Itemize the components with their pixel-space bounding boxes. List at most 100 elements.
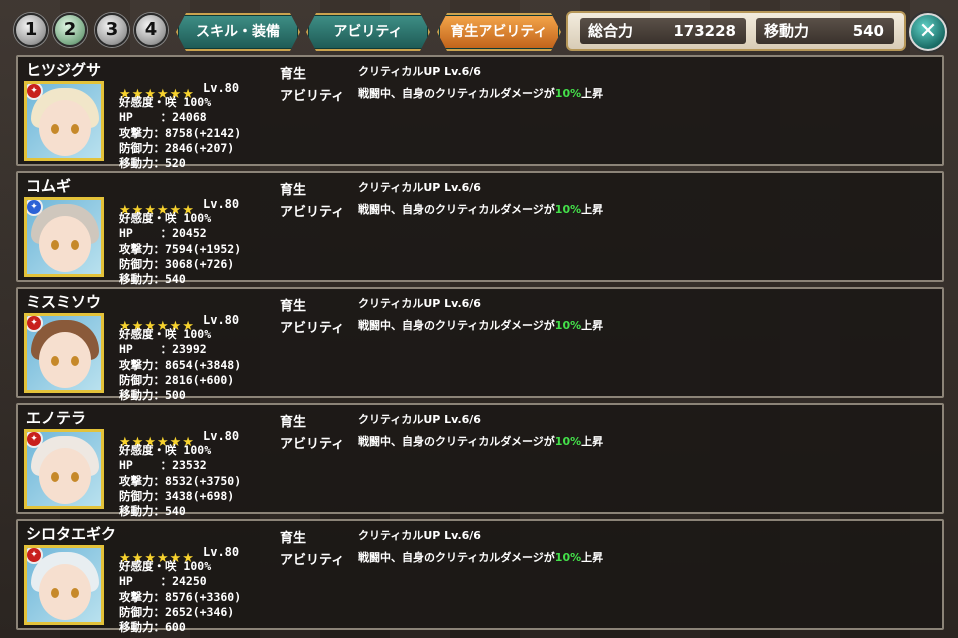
desc-suffix: 上昇 xyxy=(581,319,604,332)
desc-prefix: 戦闘中、自身のクリティカルダメージが xyxy=(358,551,555,564)
character-stats: 好感度・咲 100% HP ：24250 攻撃力：8576(+3360) 防御力… xyxy=(119,559,241,635)
mov-label: 移動力 xyxy=(119,388,154,403)
move-power-label: 移動力 xyxy=(764,22,810,40)
character-name: エノテラ xyxy=(26,409,87,427)
mov-value: 500 xyxy=(165,388,186,403)
portrait-eye xyxy=(71,124,79,134)
growth-skill-name: クリティカルUP Lv.6/6 xyxy=(358,529,481,542)
hp-row: HP ：23532 xyxy=(119,458,207,473)
character-level: Lv.80 xyxy=(203,197,240,211)
portrait-face xyxy=(39,332,91,388)
close-icon: ✕ xyxy=(918,19,938,44)
growth-skill-name: クリティカルUP Lv.6/6 xyxy=(358,413,481,426)
desc-percent: 10% xyxy=(554,551,582,564)
ability-label: アビリティ xyxy=(280,437,345,452)
element-icon: ✦ xyxy=(27,432,43,448)
def-value: 3438(+698) xyxy=(165,488,235,503)
tab-ability[interactable]: アビリティ xyxy=(306,13,430,51)
hp-row: HP ：24068 xyxy=(119,110,207,125)
mov-value: 540 xyxy=(165,272,186,287)
growth-label: 育生 xyxy=(280,67,307,82)
character-panel: コムギ ✦ ★★★★★★ Lv.80 好感度・咲 100% HP ：20452 … xyxy=(16,171,944,286)
portrait-face xyxy=(39,448,91,504)
portrait-eye xyxy=(71,356,79,366)
def-value: 2652(+346) xyxy=(165,604,235,619)
def-row: 防御力：3438(+698) xyxy=(119,488,235,503)
party-2-button[interactable]: 2 xyxy=(53,13,87,47)
growth-label: 育生 xyxy=(280,299,307,314)
mov-label: 移動力 xyxy=(119,156,154,171)
ability-label: アビリティ xyxy=(280,321,345,336)
ability-label: アビリティ xyxy=(280,553,345,568)
portrait-face xyxy=(39,216,91,272)
hp-value: 20452 xyxy=(172,226,207,241)
affinity-text: 好感度・咲 100% xyxy=(119,95,212,109)
def-label: 防御力 xyxy=(119,256,154,271)
affinity-text: 好感度・咲 100% xyxy=(119,559,212,573)
def-value: 2846(+207) xyxy=(165,140,235,155)
desc-suffix: 上昇 xyxy=(581,87,604,100)
def-label: 防御力 xyxy=(119,488,154,503)
def-label: 防御力 xyxy=(119,372,154,387)
portrait-eye xyxy=(51,472,59,482)
mov-row: 移動力：500 xyxy=(119,388,186,403)
portrait-eye xyxy=(51,240,59,250)
character-panel: ヒツジグサ ✦ ★★★★★★ Lv.80 好感度・咲 100% HP ：2406… xyxy=(16,55,944,170)
def-row: 防御力：3068(+726) xyxy=(119,256,235,271)
total-power-label: 総合力 xyxy=(588,22,634,40)
hp-value: 24250 xyxy=(172,574,207,589)
hp-label: HP xyxy=(119,342,133,357)
total-power-display: 総合力 173228 xyxy=(580,18,746,44)
affinity-text: 好感度・咲 100% xyxy=(119,211,212,225)
atk-row: 攻撃力：8654(+3848) xyxy=(119,357,242,372)
party-1-button[interactable]: 1 xyxy=(14,13,48,47)
atk-label: 攻撃力 xyxy=(119,473,154,488)
atk-label: 攻撃力 xyxy=(119,241,154,256)
hp-row: HP ：24250 xyxy=(119,574,207,589)
desc-percent: 10% xyxy=(554,87,582,100)
character-level: Lv.80 xyxy=(203,81,240,95)
party-stats-box: 総合力 173228 移動力 540 xyxy=(566,11,906,51)
mov-label: 移動力 xyxy=(119,504,154,519)
mov-label: 移動力 xyxy=(119,620,154,635)
atk-row: 攻撃力：8758(+2142) xyxy=(119,125,242,140)
def-row: 防御力：2816(+600) xyxy=(119,372,235,387)
hp-label: HP xyxy=(119,226,133,241)
character-name: ミスミソウ xyxy=(26,293,102,311)
ability-description: 戦闘中、自身のクリティカルダメージが10%上昇 xyxy=(358,317,603,333)
character-portrait[interactable]: ✦ xyxy=(24,313,104,393)
ability-label: アビリティ xyxy=(280,89,345,104)
ability-description: 戦闘中、自身のクリティカルダメージが10%上昇 xyxy=(358,433,603,449)
element-icon: ✦ xyxy=(27,200,43,216)
character-name: ヒツジグサ xyxy=(26,61,102,79)
character-portrait[interactable]: ✦ xyxy=(24,429,104,509)
tab-skill-equipment[interactable]: スキル・装備 xyxy=(176,13,300,51)
character-name: シロタエギク xyxy=(26,525,117,543)
character-portrait[interactable]: ✦ xyxy=(24,81,104,161)
close-button[interactable]: ✕ xyxy=(909,13,947,51)
desc-suffix: 上昇 xyxy=(581,435,604,448)
total-power-value: 173228 xyxy=(673,22,736,40)
atk-label: 攻撃力 xyxy=(119,589,154,604)
growth-skill-name: クリティカルUP Lv.6/6 xyxy=(358,181,481,194)
affinity-text: 好感度・咲 100% xyxy=(119,327,212,341)
atk-label: 攻撃力 xyxy=(119,125,154,140)
def-label: 防御力 xyxy=(119,604,154,619)
character-panel: シロタエギク ✦ ★★★★★★ Lv.80 好感度・咲 100% HP ：242… xyxy=(16,519,944,634)
party-3-button[interactable]: 3 xyxy=(95,13,129,47)
character-portrait[interactable]: ✦ xyxy=(24,197,104,277)
tab-growth-ability[interactable]: 育生アビリティ xyxy=(437,13,561,51)
hp-value: 24068 xyxy=(172,110,207,125)
def-value: 2816(+600) xyxy=(165,372,235,387)
desc-prefix: 戦闘中、自身のクリティカルダメージが xyxy=(358,203,555,216)
def-value: 3068(+726) xyxy=(165,256,235,271)
growth-label: 育生 xyxy=(280,415,307,430)
mov-row: 移動力：540 xyxy=(119,272,186,287)
party-4-button[interactable]: 4 xyxy=(134,13,168,47)
mov-row: 移動力：520 xyxy=(119,156,186,171)
mov-value: 540 xyxy=(165,504,186,519)
hp-value: 23532 xyxy=(172,458,207,473)
character-portrait[interactable]: ✦ xyxy=(24,545,104,625)
hp-label: HP xyxy=(119,574,133,589)
growth-label: 育生 xyxy=(280,183,307,198)
